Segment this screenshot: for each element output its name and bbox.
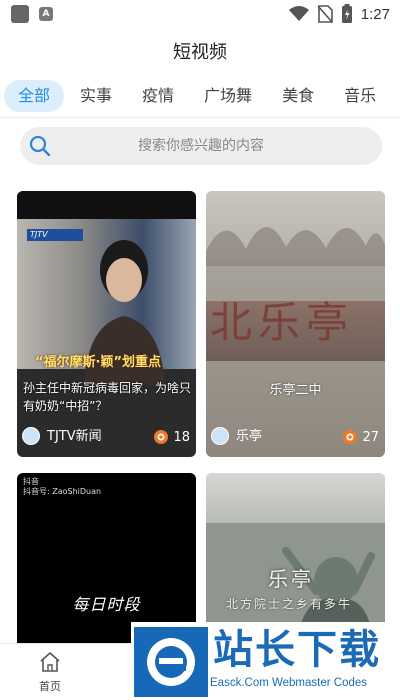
views-icon [154, 430, 169, 444]
clock: 1:27 [360, 5, 390, 23]
wifi-icon [288, 6, 309, 21]
channel-logo: TJTV [27, 229, 83, 241]
no-sim-icon [317, 5, 333, 23]
douyin-logo: 抖音 抖音号: ZaoShiDuan [23, 477, 101, 497]
video-overlay-title: 每日时段 [72, 595, 141, 614]
battery-icon [341, 4, 352, 23]
video-overlay-headline: “福尔摩斯·颖”划重点 [35, 355, 162, 370]
trees-thumbnail [206, 226, 385, 266]
views-icon [343, 430, 358, 444]
view-count: 27 [342, 427, 379, 447]
card-footer: 乐亭 27 [206, 419, 385, 457]
watermark-brand-cn: 站长下载 [213, 627, 381, 673]
tab-all[interactable]: 全部 [4, 80, 65, 112]
home-icon [40, 651, 60, 672]
avatar[interactable] [211, 427, 229, 445]
author-name[interactable]: 乐亭 [236, 427, 262, 447]
search-input[interactable]: 搜索你感兴趣的内容 [20, 127, 382, 165]
category-tabs: 全部 实事 疫情 广场舞 美食 音乐 [0, 78, 400, 114]
video-top-bar [17, 191, 196, 219]
video-thumbnail [206, 473, 385, 523]
app-notification-icon [11, 5, 29, 23]
nav-home-label: 首页 [39, 680, 61, 693]
video-overlay-text: 北乐亭 [210, 298, 355, 347]
views-count: 27 [362, 429, 379, 445]
avatar[interactable] [22, 427, 40, 445]
tabs-divider [0, 117, 400, 118]
author-name[interactable]: TJTV新闻 [47, 427, 102, 447]
watermark-logo [134, 627, 208, 697]
page-title: 短视频 [173, 42, 227, 63]
tab-square-dance[interactable]: 广场舞 [190, 80, 266, 112]
tab-current-affairs[interactable]: 实事 [66, 80, 126, 112]
view-count: 18 [153, 427, 190, 447]
nav-home[interactable]: 首页 [28, 651, 72, 694]
watermark: 站长下载 Easck.Com Webmaster Codes [131, 622, 400, 700]
video-overlay-title: 乐亭 [268, 567, 314, 591]
tab-music[interactable]: 音乐 [330, 80, 390, 112]
watermark-brand-en: Easck.Com Webmaster Codes [210, 677, 368, 689]
card-footer: TJTV新闻 18 [17, 419, 196, 457]
status-bar-right: 1:27 [288, 4, 390, 24]
video-card-1[interactable]: TJTV “福尔摩斯·颖”划重点 孙主任中新冠病毒回家，为啥只有奶奶“中招”？ … [17, 191, 196, 457]
status-bar: A 1:27 [0, 0, 400, 28]
views-count: 18 [173, 429, 190, 445]
video-caption: 孙主任中新冠病毒回家，为啥只有奶奶“中招”？ [23, 381, 192, 413]
tab-food[interactable]: 美食 [268, 80, 328, 112]
video-card-2[interactable]: 北乐亭 乐亭二中 乐亭 27 [206, 191, 385, 457]
video-overlay-subtitle: 北方院士之乡有多牛 [226, 597, 353, 611]
tab-epidemic[interactable]: 疫情 [128, 80, 188, 112]
e-logo-icon [147, 638, 195, 686]
douyin-id: 抖音号: ZaoShiDuan [23, 487, 102, 496]
app-a-icon: A [39, 7, 53, 21]
douyin-label: 抖音 [23, 477, 39, 486]
search-bar[interactable]: 搜索你感兴趣的内容 [20, 127, 382, 165]
video-caption: 乐亭二中 [269, 383, 322, 398]
